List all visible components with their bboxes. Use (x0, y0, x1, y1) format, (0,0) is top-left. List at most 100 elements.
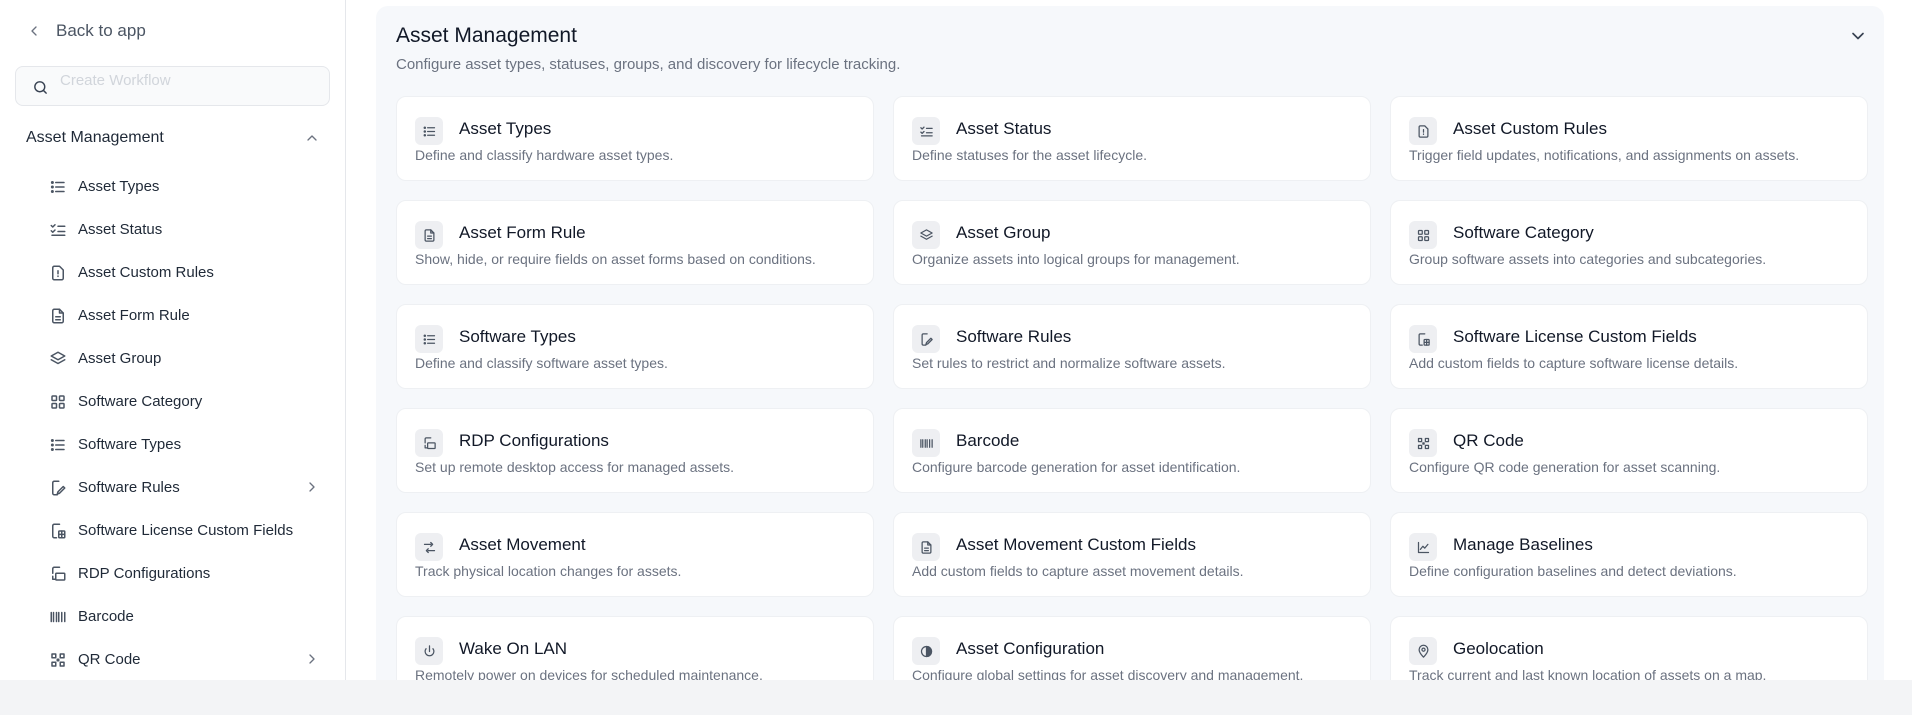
settings-card[interactable]: Asset Status Define statuses for the asse… (893, 96, 1371, 181)
card-icon (912, 325, 940, 353)
grid-icon (1417, 229, 1429, 241)
card-icon (415, 533, 443, 561)
card-title: Asset Status (956, 119, 1052, 138)
file-text-icon (52, 308, 64, 323)
chevron-right-icon[interactable] (304, 651, 320, 667)
sidebar-item[interactable]: Software License Custom Fields (48, 509, 320, 552)
qr-code-icon (51, 652, 65, 667)
page-title: Asset Management (396, 24, 577, 47)
settings-card[interactable]: Asset Movement Custom Fields Add custom f… (893, 512, 1371, 597)
sidebar-item-label: QR Code (78, 651, 141, 668)
card-icon (912, 429, 940, 457)
file-alert-icon (52, 265, 64, 280)
asset-management-section-toggle[interactable]: Asset Management (26, 125, 320, 151)
card-icon (415, 221, 443, 249)
sidebar-item[interactable]: RDP Configurations (48, 552, 320, 595)
card-description: Track physical location changes for asse… (415, 563, 682, 579)
sidebar-search[interactable] (15, 66, 330, 106)
settings-card[interactable]: Asset Form Rule Show, hide, or require fi… (396, 200, 874, 285)
card-title: Software Category (1453, 223, 1594, 242)
settings-card[interactable]: Barcode Configure barcode generation for … (893, 408, 1371, 493)
settings-card[interactable]: Software Rules Set rules to restrict and … (893, 304, 1371, 389)
sidebar-item-label: Asset Custom Rules (78, 264, 214, 281)
file-grid-icon (1418, 332, 1430, 346)
settings-card[interactable]: Software Types Define and classify softwa… (396, 304, 874, 389)
remote-icon (424, 436, 436, 449)
settings-card[interactable]: Asset Types Define and classify hardware … (396, 96, 874, 181)
card-title: Asset Types (459, 119, 552, 138)
list-icon (50, 438, 65, 451)
file-grid-icon (52, 523, 66, 538)
card-description: Configure QR code generation for asset s… (1409, 459, 1721, 475)
card-title: Software Types (459, 327, 576, 346)
settings-card[interactable]: Geolocation Track current and last known … (1390, 616, 1868, 680)
sidebar-item[interactable]: Asset Group (48, 337, 320, 380)
card-icon (912, 221, 940, 249)
settings-card[interactable]: Software Category Group software assets i… (1390, 200, 1868, 285)
card-description: Add custom fields to capture software li… (1409, 355, 1739, 371)
settings-card[interactable]: RDP Configurations Set up remote desktop … (396, 408, 874, 493)
settings-card[interactable]: Asset Movement Track physical location ch… (396, 512, 874, 597)
card-icon (415, 429, 443, 457)
sidebar-item[interactable]: QR Code (48, 638, 320, 680)
list-icon (423, 126, 435, 136)
sidebar-item-icon (48, 478, 68, 498)
sidebar-item[interactable]: Asset Status (48, 208, 320, 251)
card-description: Remotely power on devices for scheduled … (415, 667, 763, 680)
settings-card[interactable]: Manage Baselines Define configuration bas… (1390, 512, 1868, 597)
card-description: Group software assets into categories an… (1409, 251, 1767, 267)
remote-icon (52, 566, 66, 581)
settings-card-grid: Asset Types Define and classify hardware … (396, 96, 1868, 680)
sidebar-nav: Asset Types Asset Status Asset Custom Rule… (48, 165, 320, 680)
main-content: Asset Management Configure asset types, … (346, 0, 1912, 680)
movement-icon (423, 541, 435, 553)
sidebar-item-label: Asset Status (78, 221, 163, 238)
settings-card[interactable]: Wake On LAN Remotely power on devices for… (396, 616, 874, 680)
asset-management-panel: Asset Management Configure asset types, … (376, 6, 1884, 680)
card-title: Manage Baselines (1453, 535, 1593, 554)
settings-card[interactable]: Asset Group Organize assets into logical … (893, 200, 1371, 285)
sidebar-item-icon (48, 607, 68, 627)
card-description: Track current and last known location of… (1409, 667, 1767, 680)
settings-card[interactable]: Asset Custom Rules Trigger field updates,… (1390, 96, 1868, 181)
contrast-icon (920, 645, 932, 657)
card-icon (1409, 117, 1437, 145)
sidebar-item[interactable]: Asset Custom Rules (48, 251, 320, 294)
sidebar-item[interactable]: Software Category (48, 380, 320, 423)
card-icon (415, 117, 443, 145)
sidebar-item[interactable]: Barcode (48, 595, 320, 638)
card-description: Define and classify hardware asset types… (415, 147, 674, 163)
card-title: Asset Group (956, 223, 1051, 242)
settings-card[interactable]: Software License Custom Fields Add custom… (1390, 304, 1868, 389)
card-icon (1409, 533, 1437, 561)
back-to-app-link[interactable]: Back to app (26, 18, 146, 44)
sidebar-item[interactable]: Asset Form Rule (48, 294, 320, 337)
sidebar-item-icon (48, 521, 68, 541)
sidebar-item-label: RDP Configurations (78, 565, 211, 582)
section-title: Asset Management (26, 129, 164, 146)
settings-card[interactable]: QR Code Configure QR code generation for … (1390, 408, 1868, 493)
search-input[interactable] (60, 67, 320, 93)
card-title: Asset Movement (459, 535, 586, 554)
sidebar-item-label: Barcode (78, 608, 134, 625)
sidebar-item[interactable]: Software Rules (48, 466, 320, 509)
sidebar-item[interactable]: Asset Types (48, 165, 320, 208)
card-icon (1409, 429, 1437, 457)
file-text-icon (424, 228, 434, 242)
card-title: RDP Configurations (459, 431, 609, 450)
card-title: Asset Custom Rules (1453, 119, 1607, 138)
checklist-icon (919, 126, 933, 136)
card-icon (912, 533, 940, 561)
settings-card[interactable]: Asset Configuration Configure global sett… (893, 616, 1371, 680)
qr-code-icon (1417, 437, 1429, 449)
card-description: Set rules to restrict and normalize soft… (912, 355, 1226, 371)
sidebar-item-icon (48, 177, 68, 197)
sidebar-item[interactable]: Software Types (48, 423, 320, 466)
chevron-down-icon[interactable] (1848, 26, 1868, 46)
window-bottom-bar (0, 680, 1912, 715)
sidebar-item-label: Asset Form Rule (78, 307, 190, 324)
page-subtitle: Configure asset types, statuses, groups,… (396, 56, 901, 73)
card-description: Add custom fields to capture asset movem… (912, 563, 1244, 579)
card-description: Define and classify software asset types… (415, 355, 668, 371)
chevron-right-icon[interactable] (304, 479, 320, 495)
